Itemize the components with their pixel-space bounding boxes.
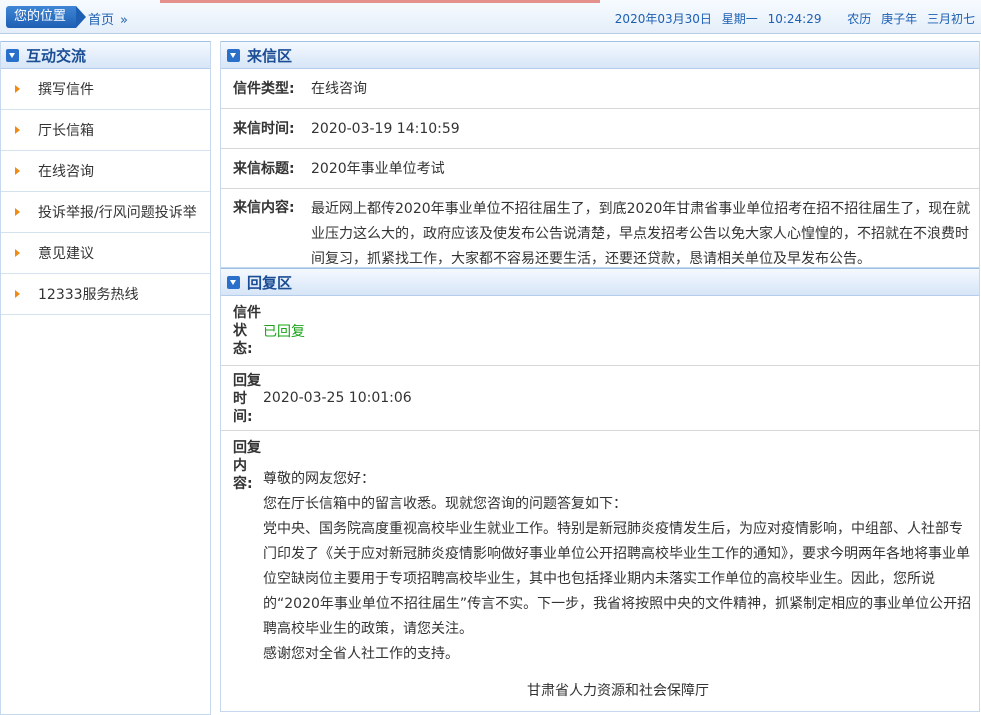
- sidebar-item-label: 投诉举报/行风问题投诉举: [38, 205, 197, 221]
- letter-subject-row: 来信标题: 2020年事业单位考试: [221, 149, 979, 189]
- banner-edge: [160, 0, 600, 3]
- sidebar-item-label: 在线咨询: [38, 164, 94, 180]
- reply-time-value: 2020-03-25 10:01:06: [263, 390, 412, 406]
- letter-section-header[interactable]: 来信区: [221, 41, 979, 69]
- sidebar-item-label: 撰写信件: [38, 82, 94, 98]
- lunar-year: 庚子年: [881, 12, 918, 26]
- field-label: 来信时间:: [233, 120, 295, 137]
- collapse-icon[interactable]: [6, 48, 19, 62]
- reply-content-row: 回复内容: 尊敬的网友您好： 您在厅长信箱中的留言收悉。现就您咨询的问题答复如下…: [221, 431, 979, 711]
- lunar-label: 农历: [847, 12, 872, 26]
- breadcrumb: 首页 »: [88, 9, 128, 28]
- sidebar-item-write-letter[interactable]: 撰写信件: [1, 69, 210, 110]
- lunar-day: 三月初七: [926, 12, 975, 26]
- location-badge: 您的位置: [6, 6, 86, 28]
- sidebar-title: 互动交流: [26, 46, 87, 65]
- reply-line: 您在厅长信箱中的留言收悉。现就您咨询的问题答复如下：: [263, 496, 627, 512]
- reply-status-row: 信件状态: 已回复: [221, 296, 979, 366]
- arrow-right-icon: [15, 249, 20, 257]
- collapse-icon[interactable]: [227, 275, 240, 289]
- current-time: 10:24:29: [767, 12, 822, 26]
- sidebar-item-director-mailbox[interactable]: 厅长信箱: [1, 110, 210, 151]
- reply-signature: 甘肃省人力资源和社会保障厅: [527, 683, 709, 699]
- field-label: 回复内容:: [233, 440, 261, 492]
- field-label: 信件状态:: [233, 305, 261, 357]
- current-weekday: 星期一: [721, 12, 758, 26]
- sidebar-item-online-consult[interactable]: 在线咨询: [1, 151, 210, 192]
- sidebar-item-hotline[interactable]: 12333服务热线: [1, 274, 210, 315]
- sidebar-item-complaint[interactable]: 投诉举报/行风问题投诉举: [1, 192, 210, 233]
- reply-section-title: 回复区: [247, 273, 293, 292]
- letter-time-row: 来信时间: 2020-03-19 14:10:59: [221, 109, 979, 149]
- arrow-right-icon: [15, 126, 20, 134]
- reply-content-value: 尊敬的网友您好： 您在厅长信箱中的留言收悉。现就您咨询的问题答复如下： 党中央、…: [263, 439, 979, 711]
- arrow-right-icon: [15, 290, 20, 298]
- arrow-right-icon: [15, 208, 20, 216]
- breadcrumb-home-link[interactable]: 首页: [88, 13, 114, 28]
- letter-subject-value: 2020年事业单位考试: [311, 160, 445, 177]
- field-label: 来信内容:: [233, 200, 295, 216]
- reply-status-value: 已回复: [263, 323, 305, 340]
- arrow-right-icon: [15, 85, 20, 93]
- field-label: 回复时间:: [233, 373, 261, 425]
- top-bar: 您的位置 首页 » 2020年03月30日 星期一 10:24:29 农历 庚子年…: [0, 0, 981, 34]
- date-time-display: 2020年03月30日 星期一 10:24:29 农历 庚子年 三月初七: [609, 10, 975, 27]
- reply-section-header[interactable]: 回复区: [221, 268, 979, 296]
- sidebar-item-label: 厅长信箱: [38, 123, 94, 139]
- sidebar-item-suggestion[interactable]: 意见建议: [1, 233, 210, 274]
- letter-time-value: 2020-03-19 14:10:59: [311, 120, 460, 137]
- sidebar-header[interactable]: 互动交流: [1, 41, 210, 69]
- field-label: 信件类型:: [233, 80, 295, 97]
- reply-line: 感谢您对全省人社工作的支持。: [263, 646, 459, 662]
- letter-content-value: 最近网上都传2020年事业单位不招往届生了，到底2020年甘肃省事业单位招考在招…: [311, 201, 971, 267]
- letter-content-row: 来信内容: 最近网上都传2020年事业单位不招往届生了，到底2020年甘肃省事业…: [221, 189, 979, 267]
- reply-section: 回复区 信件状态: 已回复 回复时间: 2020-03-25 10:01:06 …: [220, 268, 980, 712]
- breadcrumb-separator: »: [120, 13, 128, 28]
- current-date: 2020年03月30日: [614, 12, 712, 26]
- collapse-icon[interactable]: [227, 48, 240, 62]
- sidebar-item-label: 12333服务热线: [38, 287, 139, 303]
- sidebar: 互动交流 撰写信件 厅长信箱 在线咨询 投诉举报/行风问题投诉举 意见建议 12…: [0, 41, 211, 715]
- main-content: 来信区 信件类型: 在线咨询 来信时间: 2020-03-19 14:10:59…: [220, 41, 980, 715]
- field-label: 来信标题:: [233, 160, 295, 177]
- arrow-right-icon: [15, 167, 20, 175]
- letter-type-row: 信件类型: 在线咨询: [221, 69, 979, 109]
- letter-section-title: 来信区: [247, 46, 293, 65]
- reply-greeting: 尊敬的网友您好：: [263, 471, 375, 487]
- letter-type-value: 在线咨询: [311, 80, 367, 97]
- sidebar-item-label: 意见建议: [38, 246, 94, 262]
- sidebar-menu: 撰写信件 厅长信箱 在线咨询 投诉举报/行风问题投诉举 意见建议 12333服务…: [1, 69, 210, 315]
- reply-time-row: 回复时间: 2020-03-25 10:01:06: [221, 366, 979, 431]
- letter-section: 来信区 信件类型: 在线咨询 来信时间: 2020-03-19 14:10:59…: [220, 41, 980, 268]
- reply-line: 党中央、国务院高度重视高校毕业生就业工作。特别是新冠肺炎疫情发生后，为应对疫情影…: [263, 521, 972, 637]
